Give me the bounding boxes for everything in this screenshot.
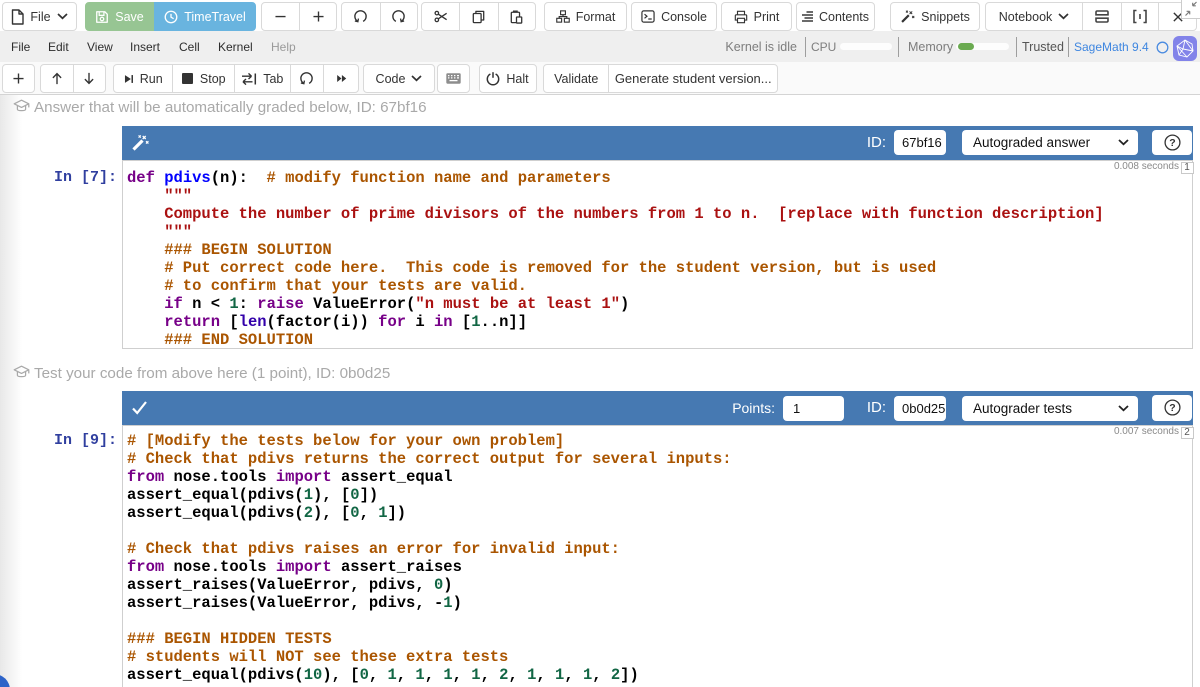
svg-text:?: ? bbox=[1169, 402, 1175, 414]
svg-text:?: ? bbox=[1169, 137, 1175, 149]
